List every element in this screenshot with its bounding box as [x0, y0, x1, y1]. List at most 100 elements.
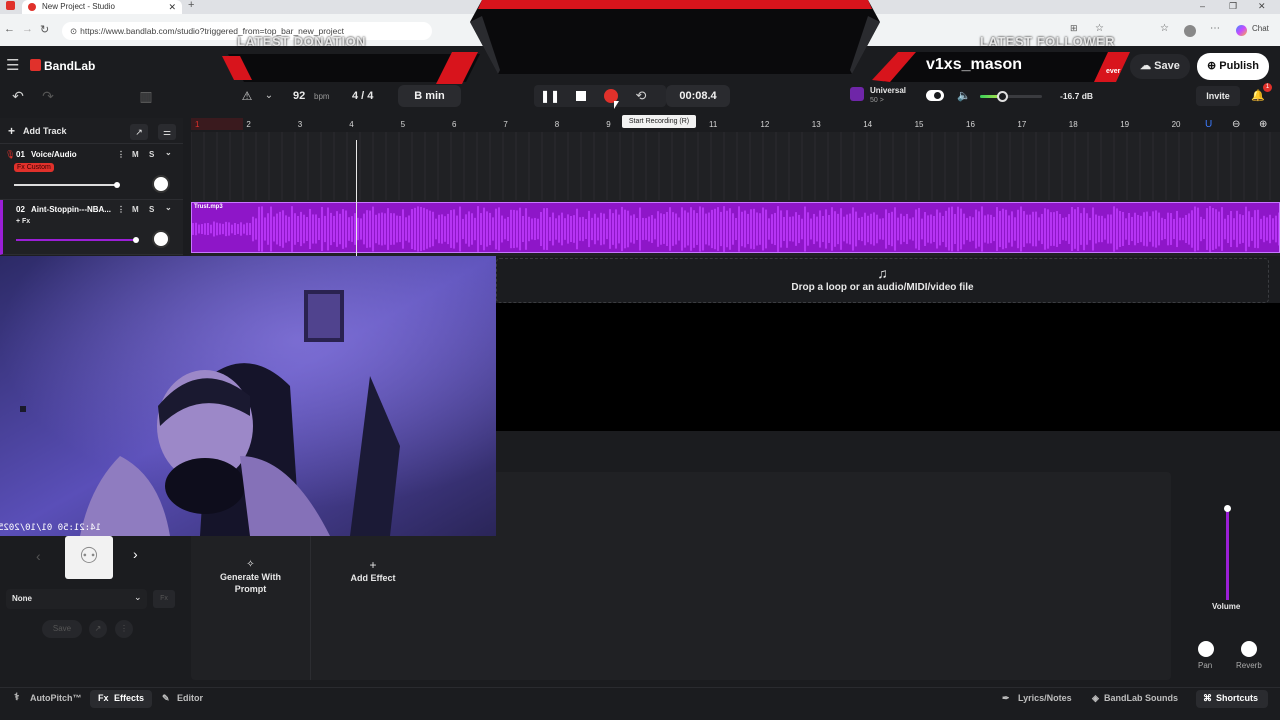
playhead[interactable]: [356, 140, 357, 258]
fx-tab-icon: Fx: [98, 693, 109, 703]
back-icon[interactable]: ←: [4, 23, 15, 35]
track-number: 02: [16, 205, 25, 214]
app-menu-icon[interactable]: [6, 1, 15, 10]
solo-button[interactable]: S: [149, 205, 154, 214]
metronome-dropdown-icon[interactable]: ⌄: [262, 86, 276, 106]
solo-button[interactable]: S: [149, 150, 154, 159]
bar-number: 3: [297, 120, 303, 129]
reload-icon[interactable]: ↻: [40, 23, 49, 36]
share-preset-icon[interactable]: ↗: [89, 620, 107, 638]
chat-label[interactable]: Chat: [1252, 24, 1269, 33]
bar-number: 20: [1171, 120, 1181, 129]
reverb-knob[interactable]: [1241, 641, 1257, 657]
speaker-icon[interactable]: 🔈: [956, 86, 972, 106]
track-name[interactable]: Voice/Audio: [31, 150, 77, 159]
zoom-out-icon[interactable]: ⊖: [1232, 119, 1240, 130]
bandlab-sounds-icon: ◈: [1092, 693, 1099, 703]
automation-icon[interactable]: ↗: [130, 124, 148, 140]
close-window-icon[interactable]: ✕: [1258, 1, 1266, 12]
browser-tab[interactable]: New Project - Studio ✕: [22, 0, 182, 14]
track-options-icon[interactable]: ⋮: [117, 205, 125, 214]
bar-number: 18: [1068, 120, 1078, 129]
track-volume-slider[interactable]: [16, 239, 136, 241]
prev-preset-icon[interactable]: ‹: [36, 548, 41, 564]
preset-select[interactable]: None ⌄: [6, 589, 147, 609]
audio-clip[interactable]: Trust.mp3: [191, 202, 1280, 253]
publish-button[interactable]: ⊕ Publish: [1197, 53, 1269, 80]
latest-follower-label: LATEST FOLLOWER: [980, 34, 1116, 49]
drop-zone-text: Drop a loop or an audio/MIDI/video file: [791, 282, 974, 293]
hamburger-menu-icon[interactable]: ☰: [6, 56, 19, 76]
favorites-icon[interactable]: ☆: [1160, 23, 1169, 34]
track-volume-thumb[interactable]: [133, 237, 139, 243]
preset-sub: 50 >: [870, 97, 884, 104]
zoom-in-icon[interactable]: ⊕: [1259, 119, 1267, 130]
next-preset-icon[interactable]: ›: [133, 546, 138, 562]
bar-number: 6: [452, 120, 457, 129]
undo-icon[interactable]: ↶: [8, 86, 28, 106]
volume-fader[interactable]: [1224, 505, 1231, 600]
autopitch-tab[interactable]: AutoPitch™: [30, 693, 82, 703]
editor-tab[interactable]: Editor: [177, 693, 203, 703]
close-tab-icon[interactable]: ✕: [168, 0, 176, 14]
maximize-icon[interactable]: ❐: [1229, 1, 1237, 12]
voice-preset-avatar[interactable]: ⚇: [65, 536, 113, 579]
more-menu-icon[interactable]: ⋯: [1210, 23, 1220, 34]
minimize-icon[interactable]: –: [1200, 1, 1205, 11]
pan-knob[interactable]: [1198, 641, 1214, 657]
track-row[interactable]: 🎙 01 Voice/Audio ⋮ M S ⌄ Fx Custom: [0, 145, 183, 200]
pan-knob[interactable]: [152, 175, 170, 193]
track-name[interactable]: Aint-Stoppin---NBA...: [31, 205, 111, 214]
snap-magnet-icon[interactable]: U: [1205, 119, 1212, 130]
master-volume-slider[interactable]: [980, 91, 1042, 102]
volume-fader-thumb[interactable]: [1224, 505, 1231, 512]
stop-icon[interactable]: [576, 91, 586, 101]
fx-icon[interactable]: Fx: [153, 590, 175, 608]
track-expand-icon[interactable]: ⌄: [165, 148, 172, 157]
timeline-ruler[interactable]: 1234567891011121314151617181920 U ⊖ ⊕: [191, 118, 1280, 132]
redo-icon[interactable]: ↷: [38, 86, 58, 106]
add-track-plus-icon[interactable]: +: [8, 124, 15, 138]
track-options-icon[interactable]: ⋮: [117, 150, 125, 159]
track-volume-thumb[interactable]: [114, 182, 120, 188]
bandlab-logo-icon: [30, 59, 41, 71]
track-row[interactable]: 02 Aint-Stoppin---NBA... ⋮ M S ⌄ + Fx: [0, 200, 183, 255]
drop-zone[interactable]: ♫ Drop a loop or an audio/MIDI/video fil…: [496, 258, 1269, 303]
mute-button[interactable]: M: [132, 205, 139, 214]
preset-save-button[interactable]: Save: [42, 620, 82, 638]
mixer-icon[interactable]: ▥: [136, 86, 156, 106]
bandlab-sounds-tab[interactable]: BandLab Sounds: [1104, 693, 1178, 703]
sparkle-icon: ✧: [246, 559, 255, 570]
cloud-upload-icon: ☁: [1140, 60, 1152, 72]
master-volume-thumb[interactable]: [996, 91, 1008, 102]
metronome-icon[interactable]: ⚠: [238, 86, 256, 106]
fx-badge[interactable]: Fx Custom: [14, 163, 54, 172]
pan-knob[interactable]: [152, 230, 170, 248]
bpm-value[interactable]: 92: [293, 90, 305, 102]
bar-number: 8: [554, 120, 560, 129]
save-button[interactable]: ☁ Save: [1130, 54, 1190, 79]
shortcuts-button[interactable]: ⌘ Shortcuts: [1196, 690, 1268, 708]
copilot-icon[interactable]: [1236, 25, 1247, 36]
effects-tab[interactable]: Fx Effects: [90, 690, 152, 708]
person-icon: ⚇: [79, 543, 99, 568]
track-volume-slider[interactable]: [14, 184, 117, 186]
select-chevron-icon: ⌄: [134, 592, 142, 602]
mute-button[interactable]: M: [132, 150, 139, 159]
forward-icon[interactable]: →: [22, 23, 33, 35]
autopitch-toggle[interactable]: [926, 90, 944, 101]
profile-avatar[interactable]: [1184, 25, 1196, 37]
reverb-label: Reverb: [1236, 661, 1262, 670]
lyrics-notes-tab[interactable]: Lyrics/Notes: [1018, 693, 1072, 703]
new-tab-icon[interactable]: +: [188, 0, 194, 11]
time-signature[interactable]: 4 / 4: [352, 90, 373, 102]
preset-more-icon[interactable]: ⋮: [115, 620, 133, 638]
invite-button[interactable]: Invite: [1196, 86, 1240, 106]
add-track-button[interactable]: Add Track: [23, 126, 67, 136]
bandlab-logo-text[interactable]: BandLab: [44, 59, 95, 73]
track-list-panel: + Add Track ↗ ⚌ 🎙 01 Voice/Audio ⋮ M S ⌄…: [0, 118, 183, 256]
track-settings-icon[interactable]: ⚌: [158, 124, 176, 140]
track-expand-icon[interactable]: ⌄: [165, 203, 172, 212]
globe-icon: ⊕: [1206, 60, 1217, 72]
add-fx-button[interactable]: + Fx: [16, 218, 30, 225]
